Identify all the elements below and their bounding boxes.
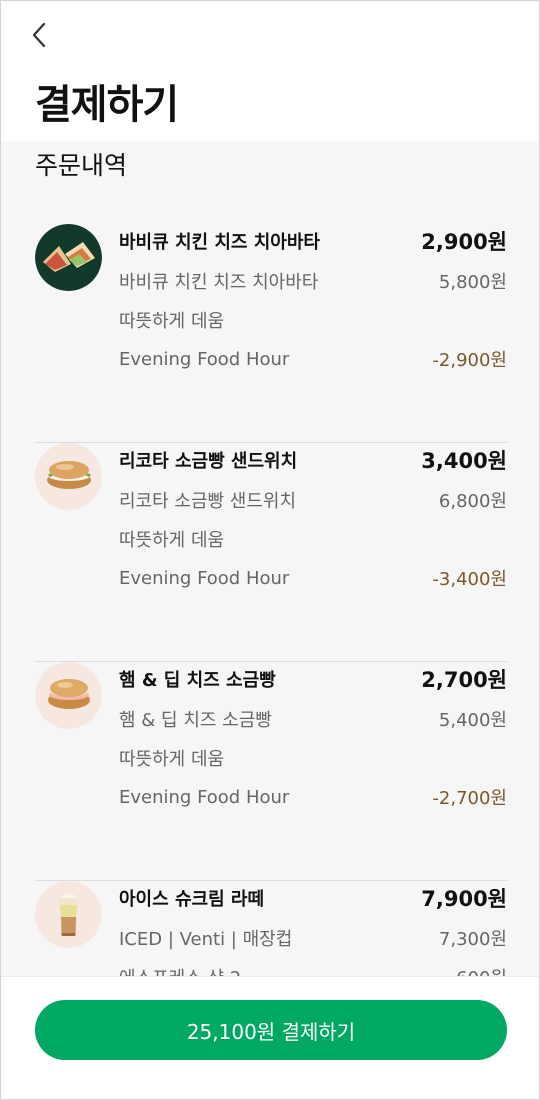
salt-bread-sandwich-image (35, 443, 102, 510)
order-item: 바비큐 치킨 치즈 치아바타 2,900원 바비큐 치킨 치즈 치아바타 5,8… (35, 224, 507, 443)
item-detail-row: 햄 & 딥 치즈 소금빵 5,400원 (119, 704, 507, 734)
iced-latte-cup-image (35, 881, 102, 948)
item-detail-row: 리코타 소금빵 샌드위치 6,800원 (119, 485, 507, 515)
item-name: 리코타 소금빵 샌드위치 (119, 451, 298, 472)
item-discount-value: -3,400원 (432, 569, 507, 590)
item-detail-value: 5,800원 (438, 272, 507, 293)
item-main-row: 바비큐 치킨 치즈 치아바타 2,900원 (119, 226, 507, 256)
item-detail-row: ICED | Venti | 매장컵 7,300원 (119, 923, 507, 953)
ciabatta-sandwich-image (35, 224, 102, 291)
item-option-label: 에스프레소 샷 2 (119, 964, 241, 976)
item-price: 2,900원 (421, 230, 507, 254)
item-price: 3,400원 (421, 449, 507, 473)
bottom-bar: 25,100원 결제하기 (1, 976, 539, 1099)
order-item: 햄 & 딥 치즈 소금빵 2,700원 햄 & 딥 치즈 소금빵 5,400원 … (35, 662, 507, 881)
item-discount-value: -2,900원 (432, 350, 507, 371)
item-detail-label: 바비큐 치킨 치즈 치아바타 (119, 272, 319, 293)
ham-cheese-bread-image (35, 662, 102, 729)
item-detail-value: 7,300원 (438, 929, 507, 950)
header: 결제하기 (1, 1, 539, 141)
item-option-value: 600원 (456, 964, 507, 976)
item-detail-value: 5,400원 (438, 710, 507, 731)
item-name: 아이스 슈크림 라떼 (119, 889, 265, 910)
item-discount-row: Evening Food Hour -2,700원 (119, 782, 507, 812)
item-main-row: 리코타 소금빵 샌드위치 3,400원 (119, 445, 507, 475)
app-screen: 결제하기 주문내역 바비큐 치킨 치즈 치아바타 2,900원 바비큐 치킨 치… (0, 0, 540, 1100)
item-discount-row: Evening Food Hour -3,400원 (119, 563, 507, 593)
item-option-row: 따뜻하게 데움 (119, 305, 507, 335)
item-option-row: 에스프레소 샷 2 600원 (119, 962, 507, 976)
item-name: 바비큐 치킨 치즈 치아바타 (119, 232, 320, 253)
item-main-row: 아이스 슈크림 라떼 7,900원 (119, 883, 507, 913)
item-detail-row: 바비큐 치킨 치즈 치아바타 5,800원 (119, 266, 507, 296)
page-title: 결제하기 (35, 82, 179, 128)
chevron-left-icon (32, 22, 46, 48)
item-discount-label: Evening Food Hour (119, 567, 290, 589)
section-title: 주문내역 (35, 151, 128, 180)
item-discount-value: -2,700원 (432, 788, 507, 809)
item-main-row: 햄 & 딥 치즈 소금빵 2,700원 (119, 664, 507, 694)
pay-button[interactable]: 25,100원 결제하기 (35, 1000, 507, 1060)
item-name: 햄 & 딥 치즈 소금빵 (119, 670, 276, 691)
item-option-label: 따뜻하게 데움 (119, 749, 225, 770)
item-option-label: 따뜻하게 데움 (119, 311, 225, 332)
item-option-row: 따뜻하게 데움 (119, 524, 507, 554)
item-option-row: 따뜻하게 데움 (119, 743, 507, 773)
order-item: 아이스 슈크림 라떼 7,900원 ICED | Venti | 매장컵 7,3… (35, 881, 507, 976)
item-discount-row: Evening Food Hour -2,900원 (119, 344, 507, 374)
order-list-scroll[interactable]: 주문내역 바비큐 치킨 치즈 치아바타 2,900원 바비큐 치킨 치즈 치아바… (1, 141, 539, 976)
item-price: 7,900원 (421, 887, 507, 911)
back-button[interactable] (21, 17, 57, 53)
item-detail-label: 리코타 소금빵 샌드위치 (119, 491, 297, 512)
item-detail-label: 햄 & 딥 치즈 소금빵 (119, 710, 272, 731)
item-detail-label: ICED | Venti | 매장컵 (119, 929, 293, 950)
order-item: 리코타 소금빵 샌드위치 3,400원 리코타 소금빵 샌드위치 6,800원 … (35, 443, 507, 662)
item-detail-value: 6,800원 (438, 491, 507, 512)
item-price: 2,700원 (421, 668, 507, 692)
item-discount-label: Evening Food Hour (119, 786, 290, 808)
item-option-label: 따뜻하게 데움 (119, 530, 225, 551)
item-discount-label: Evening Food Hour (119, 348, 290, 370)
